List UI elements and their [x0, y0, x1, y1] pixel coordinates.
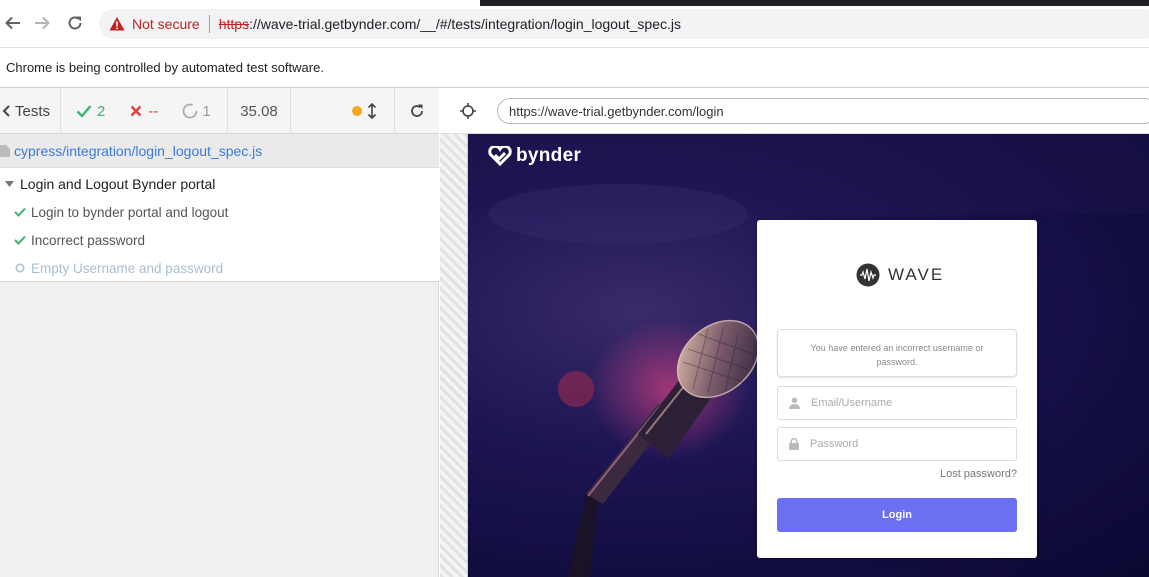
login-card: WAVE You have entered an incorrect usern…: [757, 220, 1037, 558]
caret-down-icon: [5, 181, 14, 187]
check-icon: [14, 207, 26, 217]
app-under-test: bynder WAVE You have entered an incorrec…: [468, 134, 1149, 577]
test-title: Login to bynder portal and logout: [31, 204, 229, 220]
password-input[interactable]: [810, 438, 1000, 450]
selector-playground-icon[interactable]: [460, 103, 476, 119]
spec-file-row[interactable]: cypress/integration/login_logout_spec.js: [0, 134, 439, 168]
lost-password-link[interactable]: Lost password?: [940, 468, 1017, 480]
bynder-heart-icon: [488, 146, 512, 166]
password-field[interactable]: [777, 427, 1017, 461]
test-list: Login and Logout Bynder portal Login to …: [0, 168, 439, 282]
email-input[interactable]: [811, 397, 1001, 409]
email-field[interactable]: [777, 386, 1017, 420]
reload-button[interactable]: [64, 12, 86, 34]
check-icon: [76, 105, 92, 118]
back-button[interactable]: [2, 12, 24, 34]
login-button[interactable]: Login: [777, 498, 1017, 532]
file-icon: [0, 144, 10, 157]
arrow-left-icon: [5, 16, 20, 30]
automation-info-bar: Chrome is being controlled by automated …: [0, 47, 1149, 88]
restart-button[interactable]: [395, 88, 439, 134]
forward-button[interactable]: [31, 12, 53, 34]
running-controls: [291, 88, 395, 134]
aut-url-bar[interactable]: https://wave-trial.getbynder.com/login: [497, 98, 1149, 124]
aut-header: https://wave-trial.getbynder.com/login: [440, 88, 1149, 134]
url-path: ://wave-trial.getbynder.com/__/#/tests/i…: [249, 16, 681, 32]
reload-icon: [68, 16, 82, 30]
wave-logo-text: WAVE: [888, 265, 945, 284]
viewport-gutter: [440, 134, 468, 577]
wave-logo-icon: [856, 263, 880, 287]
test-row[interactable]: Incorrect password: [0, 230, 145, 250]
reporter-stats-bar: Tests 2 -- 1 35.08: [0, 88, 439, 134]
security-status[interactable]: Not secure: [132, 16, 200, 32]
test-title: Empty Username and password: [31, 260, 224, 276]
tab-strip: [480, 0, 1149, 6]
wave-logo: WAVE: [856, 263, 944, 287]
pending-circle-icon: [182, 103, 198, 119]
test-row[interactable]: Login to bynder portal and logout: [0, 202, 228, 222]
lock-icon: [789, 438, 799, 450]
suite-title: Login and Logout Bynder portal: [20, 176, 216, 192]
tests-nav-button[interactable]: Tests: [0, 88, 61, 134]
spec-file-link[interactable]: cypress/integration/login_logout_spec.js: [14, 143, 262, 159]
pending-circle-icon: [15, 263, 25, 273]
url-scheme: https: [218, 16, 250, 32]
tests-label: Tests: [15, 102, 51, 120]
error-message: You have entered an incorrect username o…: [777, 329, 1017, 377]
resize-vertical-icon[interactable]: [367, 103, 377, 119]
chevron-left-icon: [2, 105, 10, 117]
user-icon: [789, 397, 800, 409]
test-row[interactable]: Empty Username and password: [0, 258, 223, 278]
suite-row[interactable]: Login and Logout Bynder portal: [0, 174, 215, 194]
duration: 35.08: [228, 88, 291, 134]
cypress-reporter: Tests 2 -- 1 35.08 cypress/integration/l…: [0, 88, 439, 577]
address-bar[interactable]: Not secure https://wave-trial.getbynder.…: [99, 9, 1149, 39]
reload-icon: [411, 104, 423, 117]
pending-count: 1: [202, 102, 211, 120]
passed-count: 2: [97, 102, 106, 120]
warning-icon: [109, 17, 125, 31]
browser-toolbar: Not secure https://wave-trial.getbynder.…: [0, 0, 1149, 47]
failed-count: --: [148, 102, 159, 120]
cross-icon: [130, 105, 142, 117]
divider: [208, 15, 210, 33]
test-title: Incorrect password: [31, 232, 146, 248]
bynder-logo[interactable]: bynder: [488, 145, 581, 167]
running-indicator-icon: [352, 106, 362, 116]
stats-counters: 2 -- 1: [61, 88, 228, 134]
brand-name: bynder: [516, 145, 582, 166]
automation-message: Chrome is being controlled by automated …: [6, 60, 324, 75]
arrow-right-icon: [35, 16, 50, 30]
check-icon: [14, 235, 26, 245]
